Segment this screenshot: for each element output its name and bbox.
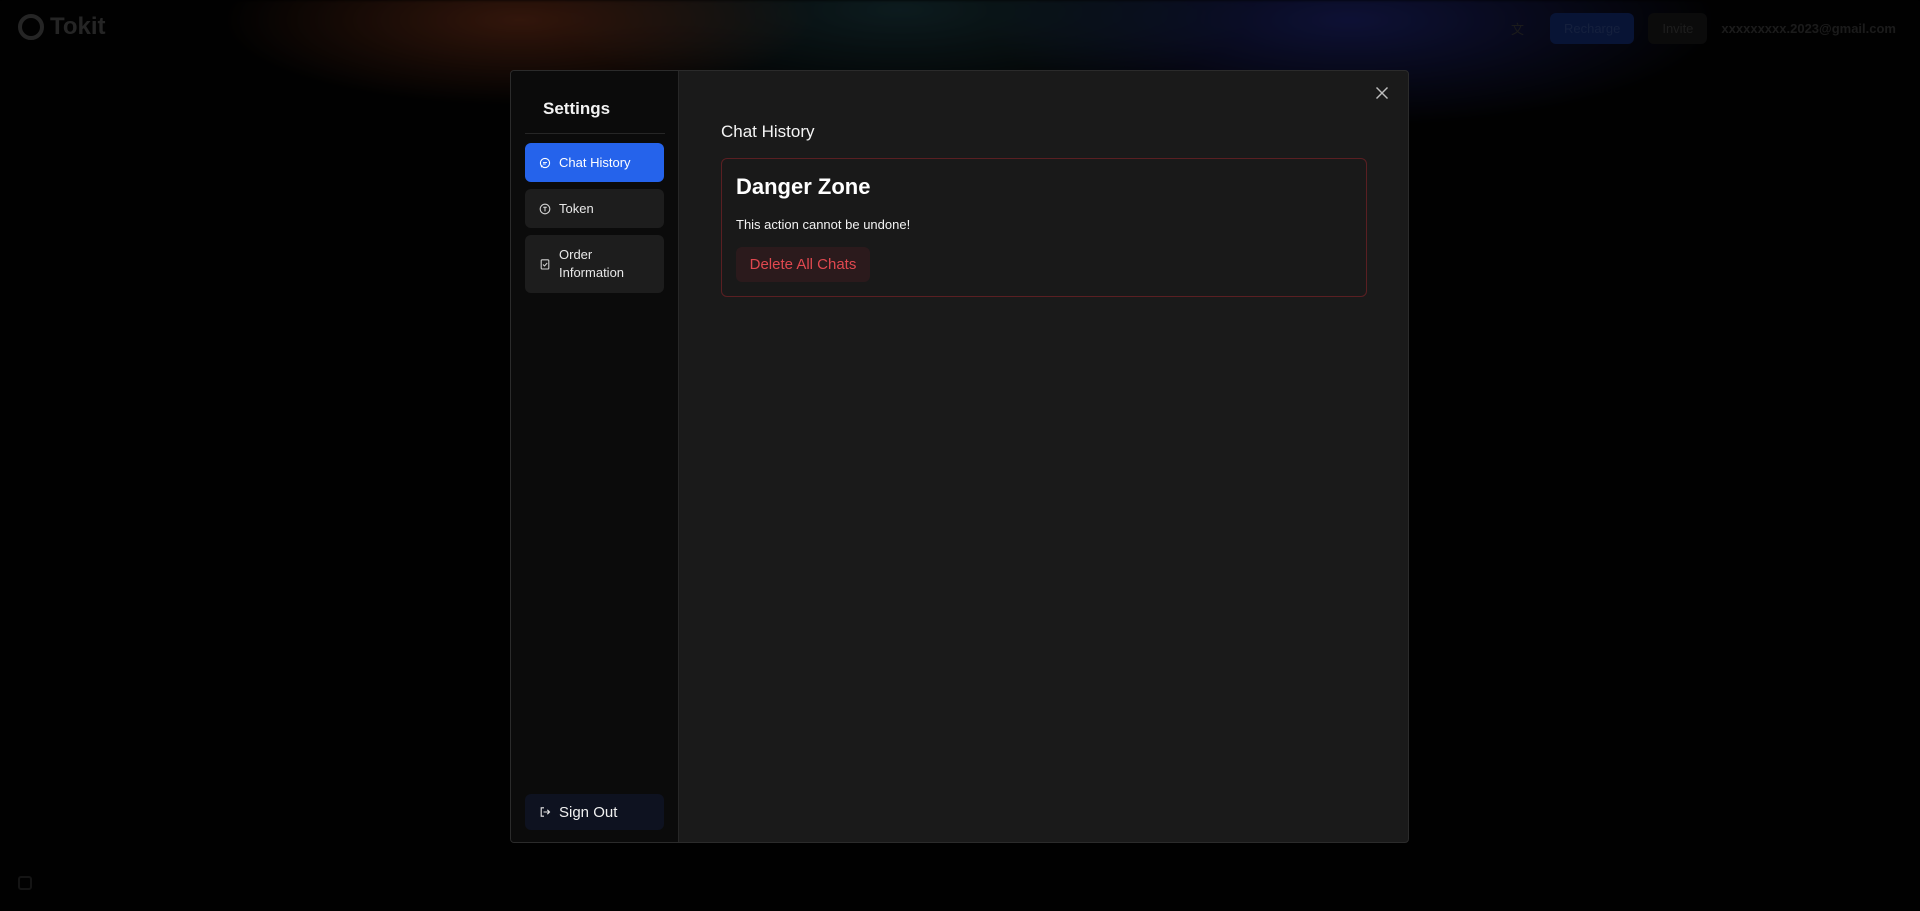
sign-out-label: Sign Out <box>559 803 618 821</box>
sidebar-item-order-information[interactable]: Order Information <box>525 235 664 293</box>
close-button[interactable] <box>1372 83 1392 103</box>
sidebar-divider <box>525 133 665 134</box>
settings-title: Settings <box>543 99 611 118</box>
sidebar-item-label: Token <box>559 200 594 216</box>
sidebar-item-label: Chat History <box>559 154 631 170</box>
danger-zone-title: Danger Zone <box>736 174 871 199</box>
sidebar-item-chat-history[interactable]: Chat History <box>525 143 664 182</box>
sidebar-item-label: Order Information <box>559 247 625 280</box>
settings-modal: Settings Chat History Token Order Inform… <box>510 70 1409 843</box>
danger-zone-warning: This action cannot be undone! <box>736 217 911 232</box>
delete-all-chats-button[interactable]: Delete All Chats <box>736 247 870 282</box>
chat-icon <box>539 157 551 169</box>
clipboard-icon <box>539 258 551 270</box>
danger-zone-card: Danger Zone This action cannot be undone… <box>721 158 1367 297</box>
section-title: Chat History <box>721 122 815 141</box>
settings-sidebar: Settings Chat History Token Order Inform… <box>511 71 679 842</box>
sign-out-button[interactable]: Sign Out <box>525 794 664 830</box>
token-icon <box>539 203 551 215</box>
close-icon <box>1376 87 1388 99</box>
logout-icon <box>539 806 551 818</box>
sidebar-item-token[interactable]: Token <box>525 189 664 228</box>
settings-content: Chat History Danger Zone This action can… <box>679 71 1408 842</box>
